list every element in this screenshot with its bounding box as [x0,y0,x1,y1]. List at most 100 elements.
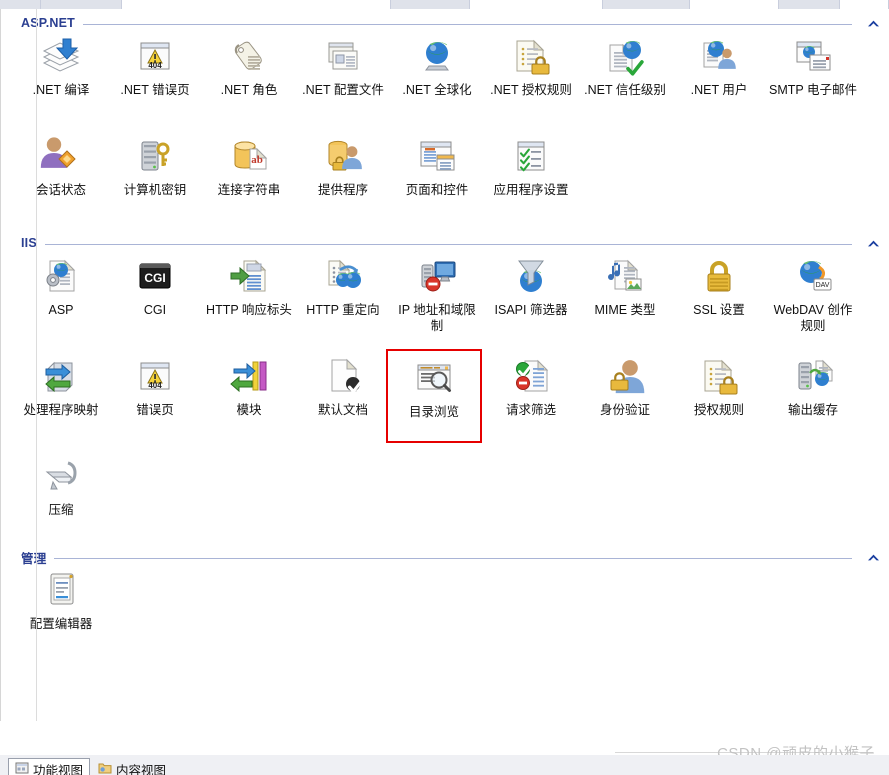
toolbar-segment [41,0,122,9]
feature-tile-default-document[interactable]: 默认文档 [297,353,389,418]
feature-tile-label: CGI [143,303,167,317]
icon-grid-management: 配置编辑器 [1,567,889,667]
feature-tile-label: MIME 类型 [594,303,656,317]
feature-tile-handler-mappings[interactable]: 处理程序映射 [15,353,107,418]
section-iis: IIS ASP CGI CGI HTTP 响应标头 HTTP 重定向 IP 地址和域限… [1,233,889,553]
feature-tile-net-error-pages[interactable]: 404 .NET 错误页 [109,33,201,98]
feature-tile-net-users[interactable]: .NET 用户 [673,33,765,98]
http-redirect-icon [320,253,366,302]
cgi-icon: CGI [132,253,178,302]
feature-tile-label: 连接字符串 [217,183,281,197]
error-pages-icon: 404 [132,353,178,402]
feature-tile-label: 授权规则 [693,403,744,417]
authentication-icon [602,353,648,402]
feature-tile-ip-address-domain-restrictions[interactable]: IP 地址和域限制 [391,253,483,334]
section-header-iis: IIS [1,233,889,253]
icon-grid-iis: ASP CGI CGI HTTP 响应标头 HTTP 重定向 IP 地址和域限制 ISA… [1,253,889,553]
feature-tile-label: .NET 角色 [220,83,278,97]
http-response-headers-icon [226,253,272,302]
machine-key-icon [132,133,178,182]
output-caching-icon [790,353,836,402]
feature-tile-label: 会话状态 [35,183,86,197]
net-compilation-icon [38,33,84,82]
section-management: 管理 配置编辑器 [1,547,889,667]
feature-tile-label: 默认文档 [317,403,368,417]
feature-tile-authentication[interactable]: 身份验证 [579,353,671,418]
feature-tile-label: SMTP 电子邮件 [769,83,857,97]
feature-tile-pages-and-controls[interactable]: 页面和控件 [391,133,483,198]
feature-tile-smtp-email[interactable]: SMTP 电子邮件 [767,33,859,98]
feature-tile-label: WebDAV 创作规则 [773,303,853,333]
chevron-up-icon[interactable] [862,239,884,248]
feature-tile-net-profile[interactable]: .NET 配置文件 [297,33,389,98]
feature-tile-isapi-filters[interactable]: ISAPI 筛选器 [485,253,577,318]
svg-text:404: 404 [148,381,162,390]
feature-tile-error-pages[interactable]: 404 错误页 [109,353,201,418]
features-pane: ASP.NET .NET 编译 404 .NET 错误页 .NET 角色 .NET… [0,9,889,721]
feature-tile-configuration-editor[interactable]: 配置编辑器 [15,567,107,632]
pages-and-controls-icon [414,133,460,182]
svg-text:DAV: DAV [816,282,830,289]
section-title: 管理 [21,551,47,566]
ssl-settings-icon [696,253,742,302]
net-users-icon [696,33,742,82]
feature-tile-request-filtering[interactable]: 请求筛选 [485,353,577,418]
svg-text:CGI: CGI [144,271,165,285]
feature-tile-label: .NET 信任级别 [584,83,666,97]
feature-tile-authorization-rules[interactable]: 授权规则 [673,353,765,418]
feature-tile-label: 提供程序 [317,183,368,197]
feature-tile-modules[interactable]: 模块 [203,353,295,418]
toolbar-segment [779,0,840,9]
webdav-authoring-rules-icon: DAV [790,253,836,302]
feature-tile-net-trust-levels[interactable]: .NET 信任级别 [579,33,671,98]
feature-tile-session-state[interactable]: 会话状态 [15,133,107,198]
feature-tile-label: .NET 编译 [32,83,90,97]
feature-tile-http-redirect[interactable]: HTTP 重定向 [297,253,389,318]
feature-tile-providers[interactable]: 提供程序 [297,133,389,198]
feature-tile-directory-browsing[interactable]: 目录浏览 [386,349,482,443]
providers-icon [320,133,366,182]
tab-label: 功能视图 [33,764,84,775]
feature-tile-net-roles[interactable]: .NET 角色 [203,33,295,98]
section-title: ASP.NET [21,16,75,30]
feature-tile-label: 页面和控件 [405,183,469,197]
mime-types-icon [602,253,648,302]
feature-tile-http-response-headers[interactable]: HTTP 响应标头 [203,253,295,318]
session-state-icon [38,133,84,182]
tab-features-view[interactable]: 功能视图 [8,758,91,775]
request-filtering-icon [508,353,554,402]
feature-tile-label: 配置编辑器 [29,617,93,631]
section-header-aspnet: ASP.NET [1,13,889,33]
chevron-up-icon[interactable] [862,19,884,28]
section-aspnet: ASP.NET .NET 编译 404 .NET 错误页 .NET 角色 .NET… [1,13,889,228]
feature-tile-compression[interactable]: 压缩 [15,453,107,518]
feature-tile-label: 身份验证 [599,403,650,417]
feature-tile-net-compilation[interactable]: .NET 编译 [15,33,107,98]
default-document-icon [320,353,366,402]
asp-icon [38,253,84,302]
tab-content-view[interactable]: 内容视图 [92,758,172,775]
svg-text:404: 404 [148,61,162,70]
feature-tile-ssl-settings[interactable]: SSL 设置 [673,253,765,318]
feature-tile-net-authorization-rules[interactable]: .NET 授权规则 [485,33,577,98]
feature-tile-cgi[interactable]: CGI CGI [109,253,201,318]
pane-bottom-gap [0,721,889,755]
chevron-up-icon[interactable] [862,553,884,562]
feature-tile-label: 输出缓存 [787,403,838,417]
smtp-email-icon [790,33,836,82]
feature-tile-asp[interactable]: ASP [15,253,107,318]
svg-text:ab: ab [251,154,263,166]
feature-tile-application-settings[interactable]: 应用程序设置 [485,133,577,198]
feature-tile-label: ASP [48,303,74,317]
feature-tile-output-caching[interactable]: 输出缓存 [767,353,859,418]
feature-tile-net-globalization[interactable]: .NET 全球化 [391,33,483,98]
content-view-icon [98,761,112,775]
feature-tile-webdav-authoring-rules[interactable]: DAV WebDAV 创作规则 [767,253,859,334]
feature-tile-mime-types[interactable]: MIME 类型 [579,253,671,318]
feature-tile-label: .NET 用户 [690,83,748,97]
feature-tile-connection-strings[interactable]: ab 连接字符串 [203,133,295,198]
application-settings-icon [508,133,554,182]
feature-tile-machine-key[interactable]: 计算机密钥 [109,133,201,198]
authorization-rules-icon [696,353,742,402]
directory-browsing-icon [411,355,457,404]
